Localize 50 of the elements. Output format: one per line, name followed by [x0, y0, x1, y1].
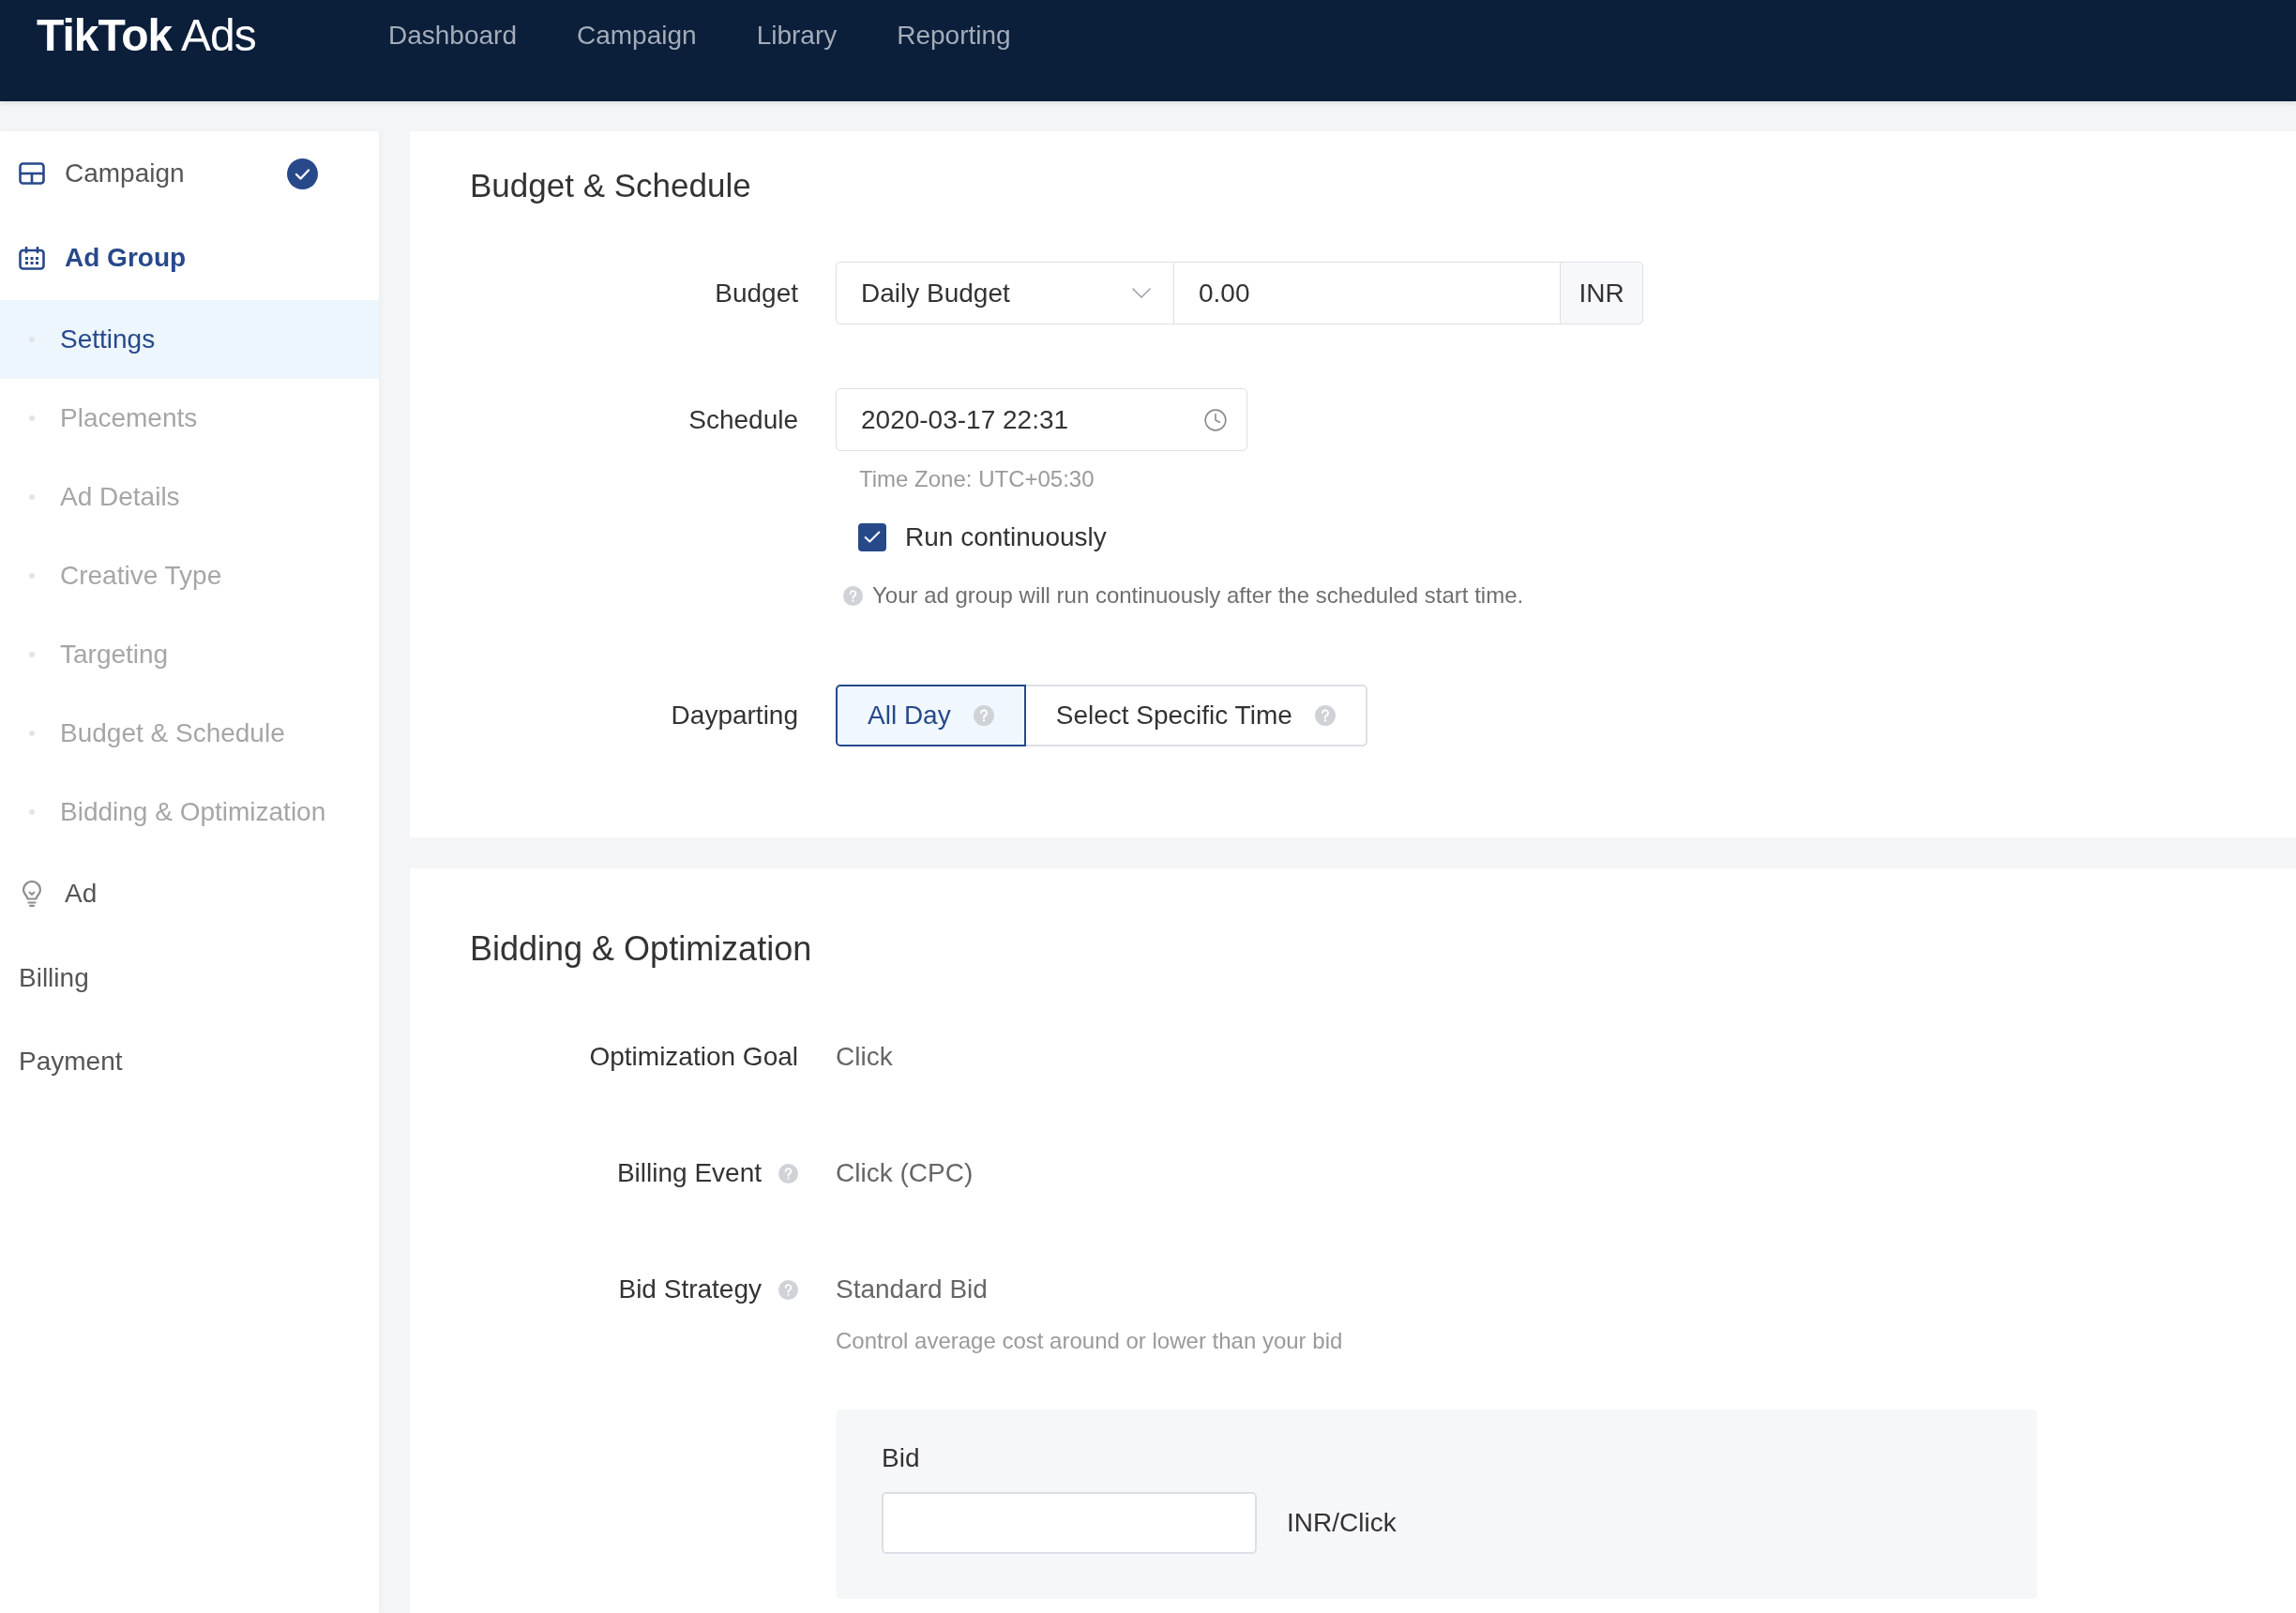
field-value: Click	[836, 1041, 893, 1073]
nav-tab[interactable]: Library	[756, 19, 838, 53]
help-icon	[973, 705, 994, 726]
budget-type-select[interactable]: Daily Budget	[836, 262, 1174, 324]
currency-addon: INR	[1560, 262, 1643, 324]
nav-tab[interactable]: Dashboard	[388, 19, 517, 53]
checkbox-label: Run continuously	[905, 521, 1107, 553]
help-icon	[1314, 705, 1336, 726]
layout-icon	[19, 162, 45, 185]
help-text: Your ad group will run continuously after the scheduled start time.	[872, 581, 1524, 610]
nav-tab[interactable]: Reporting	[897, 19, 1011, 53]
field-value: Standard Bid	[836, 1274, 988, 1305]
sidebar-step[interactable]: Ad Group	[0, 216, 379, 300]
bullet-icon	[29, 494, 35, 500]
sidebar-step[interactable]: Campaign	[0, 131, 379, 216]
bid-unit: INR/Click	[1287, 1507, 1397, 1539]
sidebar-link[interactable]: Payment	[0, 1019, 379, 1103]
chevron-down-icon	[1132, 288, 1151, 298]
logo[interactable]: TikTok Ads	[37, 10, 256, 61]
dayparting-option[interactable]: All Day	[836, 685, 1026, 746]
dayparting-option[interactable]: Select Specific Time	[1023, 685, 1367, 746]
calendar-icon	[19, 246, 45, 270]
bullet-icon	[29, 415, 35, 421]
sidebar-step[interactable]: Ad	[0, 852, 379, 936]
bullet-icon	[29, 652, 35, 657]
field-label: Optimization Goal	[589, 1041, 798, 1073]
sidebar-subitem[interactable]: Settings	[0, 300, 379, 379]
clock-icon	[1203, 407, 1228, 432]
section-title: Bidding & Optimization	[470, 928, 812, 970]
section-title: Budget & Schedule	[470, 166, 751, 205]
schedule-date-field[interactable]: 2020-03-17 22:31	[836, 388, 1247, 451]
bullet-icon	[29, 573, 35, 579]
field-value: Click (CPC)	[836, 1157, 974, 1189]
field-label: Schedule	[688, 403, 798, 436]
field-description: Control average cost around or lower than your bid	[836, 1327, 1343, 1355]
bullet-icon	[29, 731, 35, 736]
sidebar-link[interactable]: Billing	[0, 936, 379, 1019]
help-icon	[843, 585, 863, 606]
time-zone-note: Time Zone: UTC+05:30	[859, 465, 1095, 493]
bid-label: Bid	[882, 1442, 920, 1474]
budget-amount-input[interactable]: 0.00	[1174, 262, 1560, 324]
bullet-icon	[29, 809, 35, 815]
field-label: Dayparting	[671, 700, 798, 731]
lightbulb-icon	[21, 881, 43, 907]
checkbox[interactable]	[858, 523, 886, 551]
nav-tab[interactable]: Campaign	[577, 19, 697, 53]
field-label: Budget	[715, 277, 798, 309]
field-label: Billing Event	[616, 1157, 762, 1189]
field-label: Bid Strategy	[618, 1274, 762, 1305]
bid-input[interactable]	[882, 1492, 1257, 1554]
